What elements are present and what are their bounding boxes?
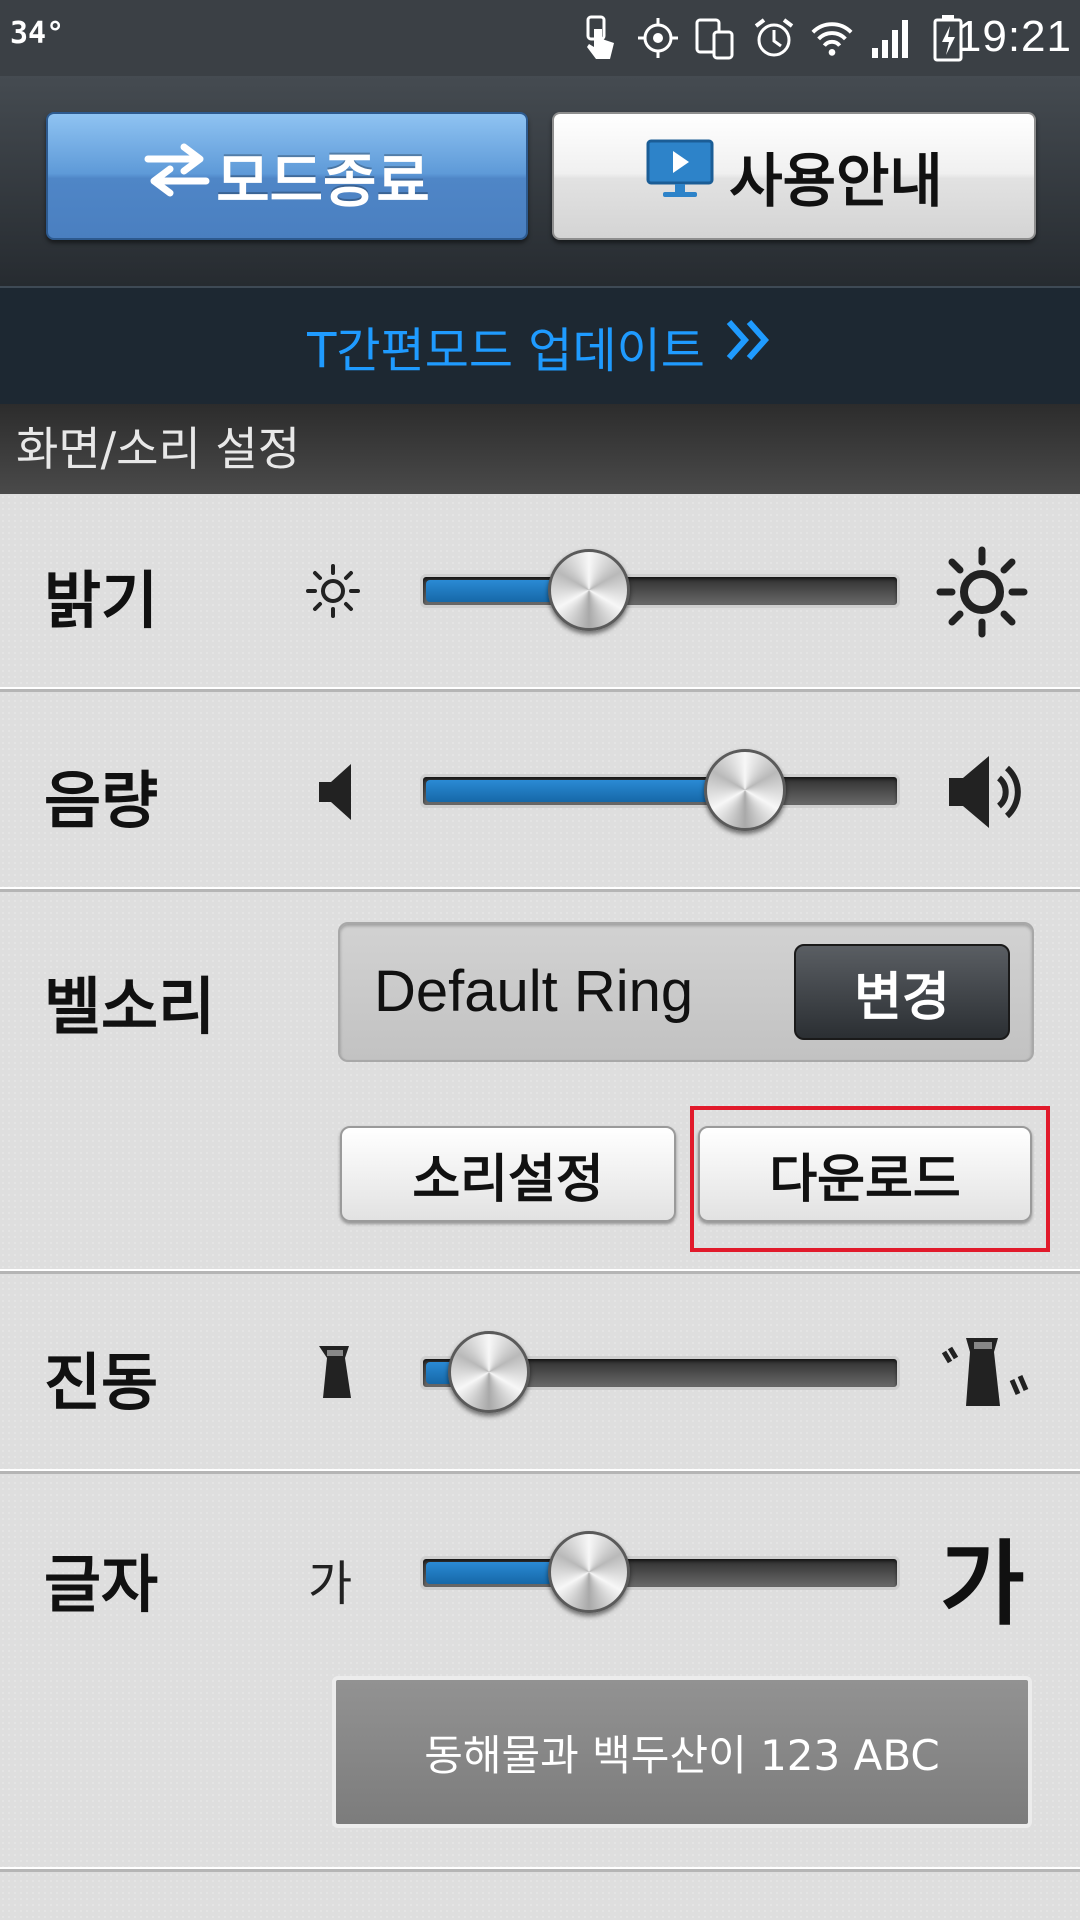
- exit-mode-label: 모드종료: [216, 147, 430, 215]
- brightness-row: 밝기: [0, 494, 1080, 692]
- volume-slider-fill: [426, 780, 743, 802]
- font-large-glyph: 가: [940, 1531, 1025, 1638]
- ringtone-box: Default Ring 변경: [338, 922, 1034, 1062]
- update-banner[interactable]: T간편모드 업데이트: [0, 286, 1080, 404]
- brightness-high-icon: [936, 546, 1028, 638]
- update-banner-label: T간편모드 업데이트: [307, 323, 705, 379]
- next-row: [0, 1872, 1080, 1920]
- brightness-slider-knob[interactable]: [547, 549, 630, 631]
- ringtone-row: 벨소리 Default Ring 변경 소리설정 다운로드: [0, 892, 1080, 1274]
- speaker-high-icon: [944, 748, 1028, 836]
- phone-still-icon: [310, 1338, 362, 1406]
- brightness-slider[interactable]: [420, 549, 900, 631]
- speaker-low-icon: [312, 756, 358, 828]
- monitor-play-icon: [645, 138, 715, 214]
- temperature: 34°: [10, 16, 65, 51]
- download-highlight: [690, 1106, 1050, 1252]
- font-small-glyph: 가: [308, 1556, 353, 1612]
- font-size-slider[interactable]: [420, 1531, 900, 1613]
- brightness-label: 밝기: [44, 564, 159, 637]
- exit-mode-button[interactable]: 모드종료: [46, 112, 528, 240]
- vibration-slider[interactable]: [420, 1331, 900, 1413]
- change-ringtone-button[interactable]: 변경: [794, 944, 1010, 1040]
- user-guide-label: 사용안내: [729, 147, 943, 215]
- swap-arrows-icon: [144, 141, 210, 211]
- sound-settings-button[interactable]: 소리설정: [340, 1126, 676, 1222]
- font-size-label: 글자: [44, 1548, 159, 1621]
- volume-slider[interactable]: [420, 749, 900, 831]
- phone-vibrate-icon: [936, 1328, 1032, 1418]
- double-chevron-right-icon: [723, 316, 773, 376]
- font-preview: 동해물과 백두산이 123 ABC: [332, 1676, 1032, 1828]
- vibration-slider-knob[interactable]: [448, 1331, 531, 1413]
- volume-label: 음량: [44, 764, 159, 837]
- ringtone-label: 벨소리: [44, 970, 216, 1043]
- font-size-slider-knob[interactable]: [547, 1531, 630, 1613]
- font-size-row: 글자 가 가 동해물과 백두산이 123 ABC: [0, 1474, 1080, 1872]
- wifi-icon: [810, 13, 854, 63]
- gps-icon: [636, 13, 680, 63]
- section-header: 화면/소리 설정: [0, 404, 1080, 494]
- volume-row: 음량: [0, 692, 1080, 892]
- clock: 19:21: [956, 12, 1072, 61]
- touch-icon: [578, 13, 622, 63]
- user-guide-button[interactable]: 사용안내: [552, 112, 1036, 240]
- alarm-icon: [752, 13, 796, 63]
- brightness-low-icon: [302, 560, 364, 622]
- signal-icon: [868, 13, 912, 63]
- top-button-bar: 모드종료 사용안내: [0, 76, 1080, 286]
- status-bar: 34° 19:21: [0, 0, 1080, 76]
- device-icon: [694, 13, 738, 63]
- status-icons: [578, 10, 970, 66]
- current-ringtone: Default Ring: [374, 959, 694, 1024]
- volume-slider-knob[interactable]: [704, 749, 787, 831]
- vibration-label: 진동: [44, 1346, 159, 1419]
- vibration-row: 진동: [0, 1274, 1080, 1474]
